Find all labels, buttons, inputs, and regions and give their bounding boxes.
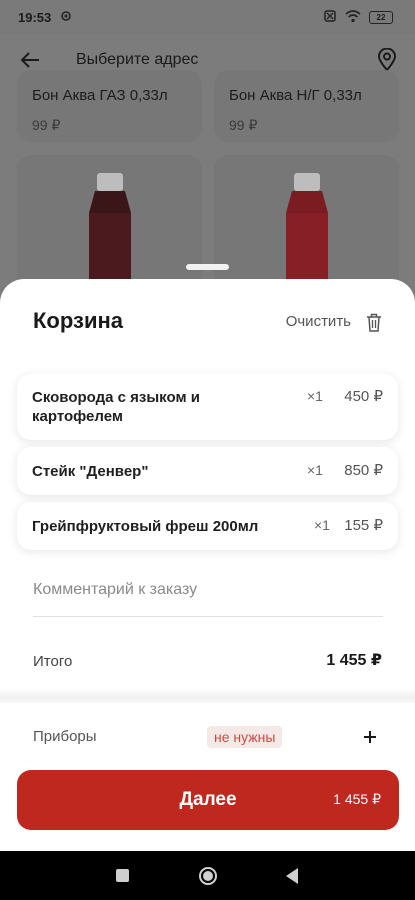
sheet-drag-handle[interactable] [186, 264, 229, 270]
total-value: 1 455 ₽ [326, 652, 382, 669]
product-card[interactable] [214, 155, 399, 303]
cart-item-quantity: ×1 [314, 517, 330, 533]
section-divider [0, 689, 415, 703]
back-triangle-icon[interactable] [286, 868, 298, 884]
next-button-total: 1 455 ₽ [333, 791, 381, 807]
wifi-icon [345, 9, 361, 26]
cart-item[interactable]: Грейпфруктовый фреш 200мл ×1 155 ₽ [17, 502, 398, 550]
cart-item-price: 850 ₽ [344, 462, 383, 479]
status-time: 19:53 [18, 9, 52, 25]
cart-item[interactable]: Стейк "Денвер" ×1 850 ₽ [17, 447, 398, 495]
product-price: 99 ₽ [32, 117, 61, 133]
sim-icon [323, 9, 337, 26]
product-name: Бон Аква Н/Г 0,33л [229, 87, 362, 104]
product-card[interactable]: Бон Аква ГАЗ 0,33л 99 ₽ [17, 70, 202, 142]
cart-item-price: 155 ₽ [344, 517, 383, 534]
cart-title: Корзина [33, 308, 123, 333]
clear-cart-button[interactable]: Очистить [286, 313, 351, 330]
cart-item-name: Стейк "Денвер" [32, 463, 149, 480]
location-pin-icon [377, 48, 397, 72]
recent-apps-icon[interactable] [116, 869, 129, 882]
arrow-left-icon [20, 52, 39, 68]
clear-cart-trash-button[interactable] [363, 310, 385, 334]
cart-item-name: Сковорода с языком и картофелем [32, 389, 200, 425]
cart-item[interactable]: Сковорода с языком и картофелем ×1 450 ₽ [17, 374, 398, 440]
settings-status-icon [59, 9, 73, 26]
battery-icon: 22 [369, 11, 393, 24]
trash-icon [367, 313, 381, 332]
total-label: Итого [33, 653, 73, 670]
product-name: Бон Аква ГАЗ 0,33л [32, 87, 168, 104]
cart-item-quantity: ×1 [307, 462, 323, 478]
cart-item-price: 450 ₽ [344, 388, 383, 405]
status-bar: 19:53 22 [0, 0, 415, 34]
address-selector[interactable]: Выберите адрес [76, 51, 198, 69]
next-button[interactable]: Далее 1 455 ₽ [17, 770, 399, 830]
plus-icon [364, 731, 376, 743]
system-nav-bar [0, 851, 415, 900]
cart-item-quantity: ×1 [307, 388, 323, 404]
cart-item-name: Грейпфруктовый фреш 200мл [32, 518, 259, 535]
cutlery-label: Приборы [33, 728, 97, 745]
cutlery-status-badge: не нужны [207, 726, 283, 748]
add-cutlery-button[interactable] [358, 725, 382, 749]
home-icon[interactable] [199, 867, 217, 885]
order-comment-input[interactable]: Комментарий к заказу [33, 573, 383, 617]
product-card[interactable] [17, 155, 202, 303]
cart-sheet: Корзина Очистить Сковорода с языком и ка… [0, 279, 415, 851]
product-price: 99 ₽ [229, 117, 258, 133]
product-card[interactable]: Бон Аква Н/Г 0,33л 99 ₽ [214, 70, 399, 142]
